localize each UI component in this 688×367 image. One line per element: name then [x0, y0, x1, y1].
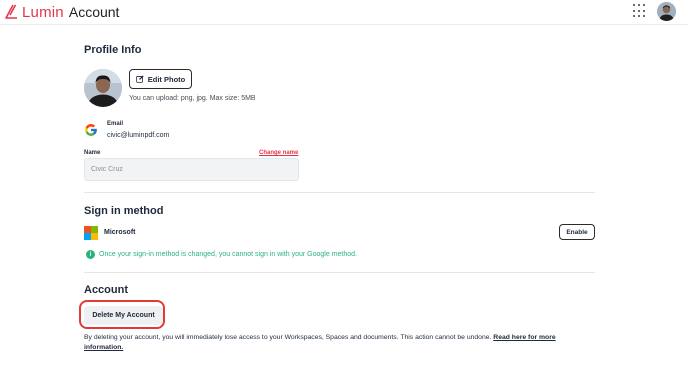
upload-hint: You can upload: png, jpg. Max size: 5MB [129, 95, 256, 102]
edit-photo-button[interactable]: Edit Photo [129, 69, 192, 89]
microsoft-label: Microsoft [104, 229, 136, 236]
brand-name: Lumin [22, 3, 64, 21]
sign-in-method-heading: Sign in method [84, 205, 164, 217]
info-icon: i [86, 250, 95, 259]
google-icon [85, 124, 97, 136]
name-field[interactable] [84, 158, 299, 181]
lumin-logo[interactable]: Lumin Account [4, 3, 119, 21]
profile-info-heading: Profile Info [84, 44, 142, 56]
delete-warning-text: By deleting your account, you will immed… [84, 334, 492, 341]
top-bar: Lumin Account [0, 0, 688, 25]
divider [84, 192, 595, 193]
enable-button[interactable]: Enable [559, 224, 595, 240]
profile-photo [84, 69, 122, 107]
edit-photo-label: Edit Photo [147, 74, 186, 84]
email-label: Email [107, 121, 124, 127]
email-value: civic@luminpdf.com [107, 132, 170, 139]
delete-account-button[interactable]: Delete My Account [84, 306, 163, 325]
microsoft-icon [84, 226, 98, 240]
account-heading: Account [84, 284, 128, 296]
avatar[interactable] [657, 2, 676, 21]
divider [84, 272, 595, 273]
sign-in-notice: Once your sign-in method is changed, you… [99, 251, 357, 258]
lumin-logo-icon [5, 4, 17, 19]
grid-dots-icon[interactable] [633, 4, 647, 18]
change-name-link[interactable]: Change name [259, 150, 298, 156]
name-label: Name [84, 150, 101, 156]
edit-icon [135, 75, 144, 83]
page-title: Account [68, 4, 120, 20]
delete-warning: By deleting your account, you will immed… [84, 333, 584, 352]
